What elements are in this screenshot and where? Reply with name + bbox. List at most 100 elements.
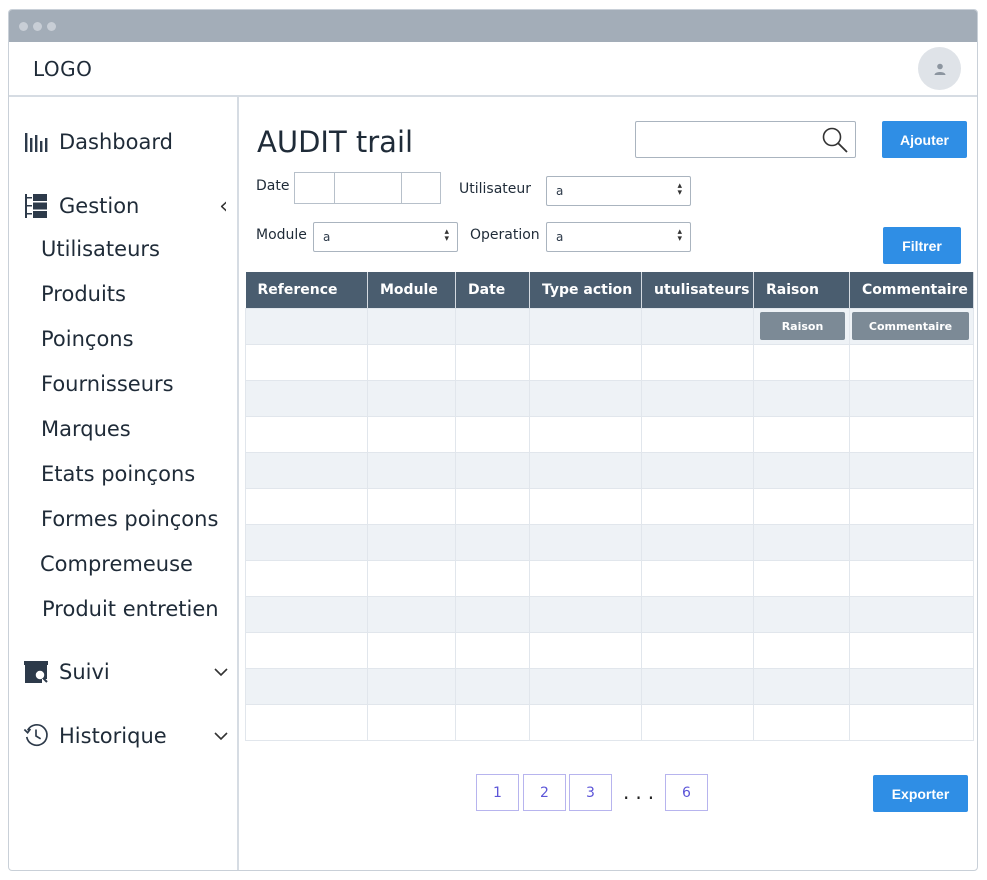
utilisateur-select[interactable]: a ▴ ▾ [546, 176, 691, 206]
chevron-down-icon[interactable] [214, 727, 228, 745]
chevron-down-icon[interactable] [214, 663, 228, 681]
column-header-reference[interactable]: Reference [245, 272, 368, 308]
pagination-ellipsis: ... [623, 780, 661, 804]
date-label: Date [256, 178, 290, 194]
table-cell [245, 415, 368, 453]
page-button-1[interactable]: 1 [476, 774, 519, 811]
sidebar-subitem-poincons[interactable]: Poinçons [41, 327, 134, 351]
search-input[interactable] [635, 121, 856, 158]
table-cell [753, 343, 850, 381]
column-header-raison[interactable]: Raison [753, 272, 850, 308]
module-label: Module [256, 227, 307, 243]
sidebar-item-dashboard[interactable]: Dashboard [23, 129, 228, 155]
filter-button[interactable]: Filtrer [883, 227, 961, 264]
table-cell [641, 487, 754, 525]
column-header-type-action[interactable]: Type action [529, 272, 642, 308]
sidebar-item-gestion[interactable]: Gestion ‹ [23, 193, 228, 219]
table-cell [455, 523, 530, 561]
sidebar-subitem-produits[interactable]: Produits [41, 282, 126, 306]
table-cell [529, 631, 642, 669]
window-dot[interactable] [19, 21, 28, 31]
column-header-module[interactable]: Module [367, 272, 456, 308]
table-cell [367, 451, 456, 489]
operation-select[interactable]: a ▴ ▾ [546, 222, 691, 252]
raison-button[interactable]: Raison [760, 312, 845, 340]
table-cell [529, 343, 642, 381]
table-row [245, 343, 974, 381]
column-header-utilisateurs[interactable]: utulisateurs [641, 272, 754, 308]
table-cell [455, 415, 530, 453]
table-row [245, 523, 974, 561]
sidebar-item-label: Gestion [59, 194, 140, 218]
table-cell [367, 307, 456, 345]
table-cell [245, 523, 368, 561]
window-dot[interactable] [47, 21, 56, 31]
table-cell [455, 343, 530, 381]
export-button[interactable]: Exporter [873, 775, 968, 812]
table-cell [367, 667, 456, 705]
add-button[interactable]: Ajouter [882, 121, 967, 158]
main-content: AUDIT trail Ajouter Date Utilisateur a ▴… [241, 97, 977, 870]
sidebar-subitem-formes-poincons[interactable]: Formes poinçons [41, 507, 218, 531]
table-cell [849, 595, 974, 633]
table-cell [849, 559, 974, 597]
table-cell [753, 559, 850, 597]
search-icon[interactable] [821, 126, 849, 158]
app-window: LOGO Dashboard Gestion ‹ Utilisateurs Pr… [8, 9, 978, 871]
table-cell [245, 703, 368, 741]
table-cell [367, 559, 456, 597]
table-cell [753, 523, 850, 561]
sidebar-item-label: Suivi [59, 660, 110, 684]
table-cell [455, 379, 530, 417]
page-button-6[interactable]: 6 [665, 774, 708, 811]
chevron-left-icon[interactable]: ‹ [219, 194, 228, 219]
list-icon [23, 193, 49, 219]
table-cell [641, 559, 754, 597]
table-header-row: Reference Module Date Type action utulis… [245, 272, 974, 308]
sidebar-item-historique[interactable]: Historique [23, 723, 228, 749]
table-cell [641, 631, 754, 669]
sidebar-item-label: Historique [59, 724, 167, 748]
date-year-segment[interactable] [402, 173, 440, 203]
sidebar-subitem-etats-poincons[interactable]: Etats poinçons [41, 462, 195, 486]
table-cell [849, 667, 974, 705]
table-cell [455, 703, 530, 741]
date-field[interactable] [294, 172, 441, 204]
table-cell [849, 343, 974, 381]
table-cell [641, 379, 754, 417]
table-cell [641, 307, 754, 345]
avatar[interactable] [918, 47, 961, 90]
table-cell [753, 415, 850, 453]
table-cell [367, 595, 456, 633]
table-row [245, 559, 974, 597]
sidebar-subitem-utilisateurs[interactable]: Utilisateurs [41, 237, 160, 261]
table-cell [455, 631, 530, 669]
module-select[interactable]: a ▴ ▾ [313, 222, 458, 252]
table-cell [753, 631, 850, 669]
sidebar-subitem-produit-entretien[interactable]: Produit entretien [42, 597, 219, 621]
page-button-2[interactable]: 2 [523, 774, 566, 811]
history-icon [23, 723, 49, 749]
page-button-3[interactable]: 3 [569, 774, 612, 811]
date-month-segment[interactable] [335, 173, 402, 203]
window-dot[interactable] [33, 21, 42, 31]
updown-arrow-icon: ▴ ▾ [444, 227, 449, 244]
table-row: Raison Commentaire [245, 307, 974, 345]
commentaire-button[interactable]: Commentaire [852, 312, 969, 340]
column-header-date[interactable]: Date [455, 272, 530, 308]
sidebar-subitem-compremeuse[interactable]: Compremeuse [40, 552, 193, 576]
table-cell [245, 595, 368, 633]
table-cell [455, 307, 530, 345]
table-cell [529, 703, 642, 741]
date-day-segment[interactable] [295, 173, 335, 203]
sidebar-subitem-fournisseurs[interactable]: Fournisseurs [41, 372, 174, 396]
column-header-commentaire[interactable]: Commentaire [849, 272, 974, 308]
bar-chart-icon [23, 129, 49, 155]
utilisateur-label: Utilisateur [459, 181, 532, 197]
table-cell [849, 487, 974, 525]
table-cell [367, 487, 456, 525]
sidebar-subitem-marques[interactable]: Marques [41, 417, 131, 441]
table-cell [245, 307, 368, 345]
table-cell [753, 487, 850, 525]
sidebar-item-suivi[interactable]: Suivi [23, 659, 228, 685]
